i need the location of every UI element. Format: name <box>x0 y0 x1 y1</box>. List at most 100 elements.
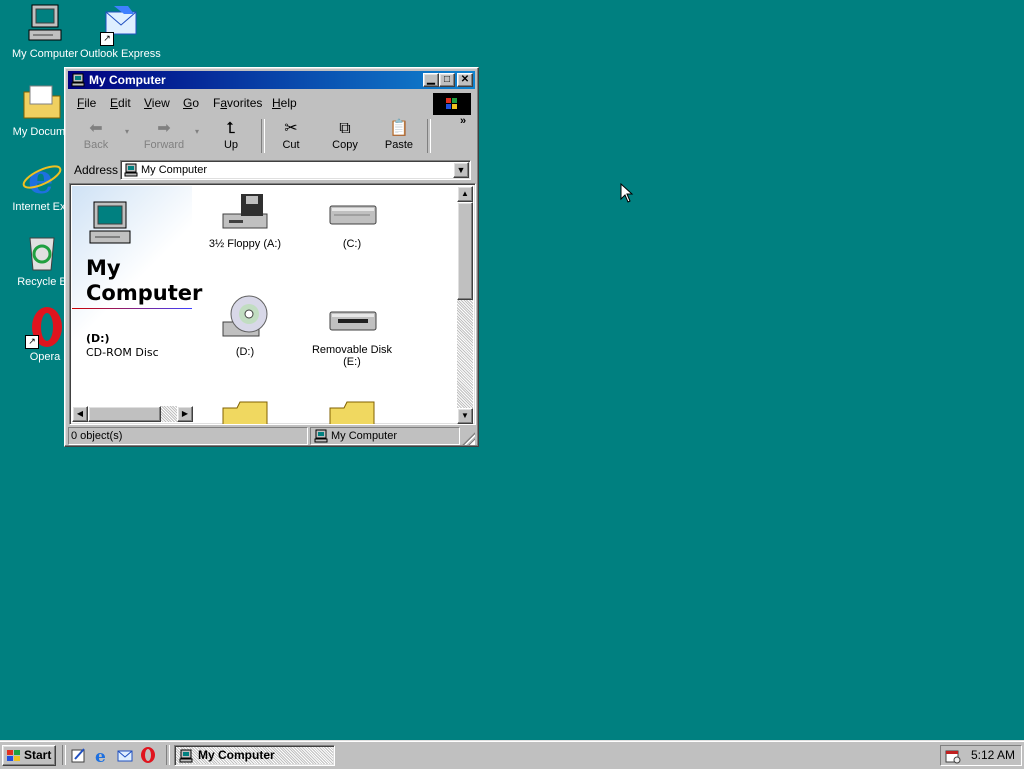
menu-go[interactable]: Go <box>183 96 199 110</box>
status-location-text: My Computer <box>331 430 398 442</box>
taskbar-button-my-computer[interactable]: My Computer <box>174 745 335 766</box>
cut-button[interactable]: ✂ Cut <box>267 119 315 155</box>
minimize-button[interactable]: ▁ <box>423 73 439 87</box>
floppy-drive-icon <box>219 192 271 232</box>
vertical-scroll-thumb[interactable] <box>457 202 473 300</box>
taskbar-separator <box>166 745 170 765</box>
desktop-icon-my-computer[interactable]: My Computer <box>5 2 85 60</box>
up-button[interactable]: ⮤ Up <box>207 119 255 155</box>
back-dropdown[interactable]: ▾ <box>122 127 132 163</box>
menu-view[interactable]: View <box>144 96 170 110</box>
panel-title: My Computer <box>86 256 203 305</box>
status-object-count: 0 object(s) <box>68 427 308 445</box>
item-label: 3½ Floppy (A:) <box>208 238 282 250</box>
control-panel-folder[interactable] <box>302 398 402 424</box>
status-bar: 0 object(s) My Computer <box>68 427 475 445</box>
outlook-express-icon: ↗ <box>98 2 142 46</box>
drive-d[interactable]: (D:) <box>195 294 295 358</box>
explorer-window: My Computer ▁ □ ✕ File Edit View Go Favo… <box>64 67 479 447</box>
forward-dropdown[interactable]: ▾ <box>192 127 202 163</box>
cd-rom-icon <box>219 294 271 340</box>
maximize-button[interactable]: □ <box>439 73 455 87</box>
toolbar-separator <box>427 119 431 153</box>
drive-c[interactable]: (C:) <box>302 192 402 250</box>
scheduler-icon[interactable] <box>945 748 961 764</box>
address-input[interactable]: My Computer ▼ <box>120 160 471 180</box>
menu-bar: File Edit View Go Favorites Help <box>68 91 475 115</box>
copy-label: Copy <box>332 139 358 151</box>
clipboard-icon: 📋 <box>389 120 409 137</box>
item-label: (D:) <box>235 346 255 358</box>
paste-label: Paste <box>384 139 414 151</box>
internet-explorer-icon: e <box>20 155 64 203</box>
menu-edit[interactable]: Edit <box>110 96 131 110</box>
vertical-scrollbar[interactable]: ▲ ▼ <box>457 186 473 424</box>
outlook-express-icon[interactable] <box>116 746 134 764</box>
paste-button[interactable]: 📋 Paste <box>375 119 423 155</box>
desktop-icon-outlook-express[interactable]: ↗ Outlook Express <box>80 2 161 60</box>
start-label: Start <box>24 748 52 762</box>
desktop-icon-label: My Computer <box>11 48 79 60</box>
svg-text:e: e <box>95 747 106 764</box>
more-toolbar-button[interactable]: » <box>456 115 470 151</box>
start-button[interactable]: Start <box>2 745 56 766</box>
printers-folder[interactable] <box>195 398 295 424</box>
scroll-left-button[interactable]: ◀ <box>72 406 88 422</box>
title-bar[interactable]: My Computer ▁ □ ✕ <box>68 71 475 89</box>
address-dropdown-button[interactable]: ▼ <box>453 162 469 178</box>
horizontal-scrollbar[interactable]: ◀ ▶ <box>72 406 193 422</box>
removable-disk-icon <box>326 298 378 338</box>
scroll-up-button[interactable]: ▲ <box>457 186 473 202</box>
drive-e[interactable]: Removable Disk (E:) <box>302 298 402 368</box>
drive-a[interactable]: 3½ Floppy (A:) <box>195 192 295 250</box>
folder-view: My Computer (D:) CD-ROM Disc 3½ Floppy (… <box>69 183 476 425</box>
my-computer-large-icon <box>89 201 131 244</box>
my-computer-icon <box>124 163 138 177</box>
selected-item-description: CD-ROM Disc <box>86 346 159 359</box>
selected-item-name: (D:) <box>86 332 110 345</box>
scroll-down-button[interactable]: ▼ <box>457 408 473 424</box>
panel-divider <box>72 308 192 309</box>
forward-arrow-icon: ➡ <box>157 120 171 137</box>
status-location: My Computer <box>310 427 460 445</box>
my-computer-icon <box>23 2 67 46</box>
scroll-right-button[interactable]: ▶ <box>177 406 193 422</box>
opera-icon[interactable] <box>139 746 157 764</box>
copy-button[interactable]: ⧉ Copy <box>321 119 369 155</box>
back-arrow-icon: ⬅ <box>89 120 103 137</box>
back-button[interactable]: ⬅ Back <box>72 119 120 155</box>
desktop-icon-label: Outlook Express <box>80 48 161 60</box>
menu-help[interactable]: Help <box>272 96 297 110</box>
shortcut-arrow-icon: ↗ <box>100 32 114 46</box>
scissors-icon: ✂ <box>284 120 298 137</box>
item-label: (C:) <box>342 238 362 250</box>
clock[interactable]: 5:12 AM <box>971 746 1015 765</box>
cut-label: Cut <box>282 139 300 151</box>
shortcut-arrow-icon: ↗ <box>25 335 39 349</box>
menu-favorites[interactable]: Favorites <box>213 96 262 110</box>
taskbar-button-label: My Computer <box>198 748 275 762</box>
toolbar: ⬅ Back ▾ ➡ Forward ▾ ⮤ Up ✂ Cut ⧉ Copy 📋… <box>68 115 475 157</box>
show-desktop-icon[interactable] <box>70 746 88 764</box>
close-button[interactable]: ✕ <box>457 73 473 87</box>
hard-drive-icon <box>326 192 378 232</box>
horizontal-scroll-thumb[interactable] <box>88 406 161 422</box>
my-computer-icon <box>314 429 328 443</box>
window-title: My Computer <box>89 73 166 87</box>
toolbar-separator <box>261 119 265 153</box>
forward-button[interactable]: ➡ Forward <box>140 119 188 155</box>
windows-logo-icon <box>7 750 20 761</box>
web-view-panel: My Computer (D:) CD-ROM Disc <box>72 186 202 422</box>
menu-file[interactable]: File <box>77 96 96 110</box>
my-computer-icon <box>179 749 193 763</box>
internet-explorer-icon[interactable]: e <box>93 746 111 764</box>
svg-text:e: e <box>28 156 53 199</box>
address-value: My Computer <box>141 164 208 176</box>
forward-label: Forward <box>143 139 185 151</box>
up-label: Up <box>223 139 239 151</box>
copy-icon: ⧉ <box>339 120 351 137</box>
resize-grip-icon[interactable] <box>461 431 475 445</box>
windows-logo-icon <box>433 93 471 115</box>
up-folder-icon: ⮤ <box>226 120 236 137</box>
printers-folder-icon <box>219 398 271 424</box>
